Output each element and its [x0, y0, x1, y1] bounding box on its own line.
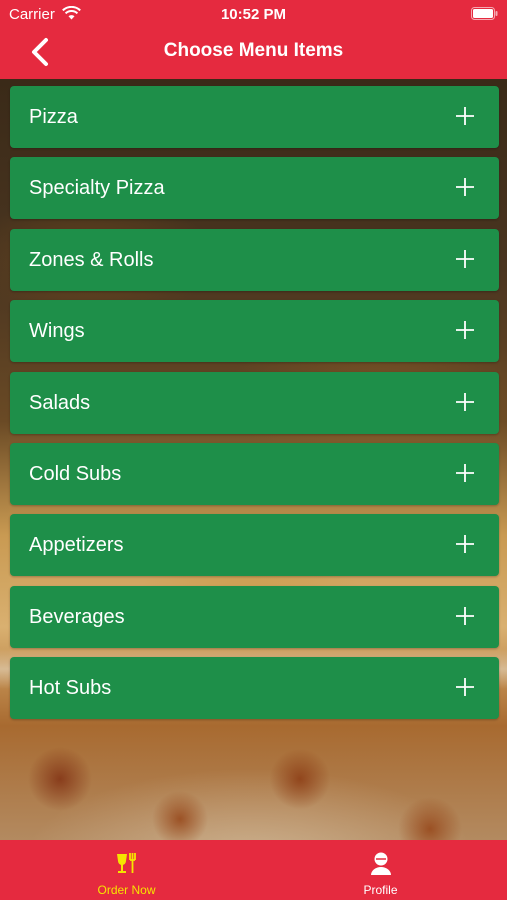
plus-icon[interactable]	[455, 534, 475, 554]
plus-icon[interactable]	[455, 106, 475, 126]
header: Carrier 10:52 PM Choose Menu Items	[0, 0, 507, 79]
menu-item-label: Salads	[29, 391, 91, 414]
page-title: Choose Menu Items	[163, 40, 344, 61]
menu-item-label: Specialty Pizza	[29, 177, 165, 200]
battery-icon	[471, 7, 498, 20]
tab-label: Order Now	[97, 883, 156, 897]
menu-item-label: Hot Subs	[29, 677, 112, 700]
menu-item-zones-rolls[interactable]: Zones & Rolls	[10, 228, 499, 291]
menu-item-hot-subs[interactable]: Hot Subs	[10, 657, 499, 720]
menu-item-beverages[interactable]: Beverages	[10, 585, 499, 648]
plus-icon[interactable]	[455, 463, 475, 483]
user-icon	[370, 852, 391, 875]
plus-icon[interactable]	[455, 249, 475, 269]
status-time: 10:52 PM	[220, 6, 287, 23]
plus-icon[interactable]	[455, 320, 475, 340]
plus-icon[interactable]	[455, 392, 475, 412]
tab-label: Profile	[363, 883, 398, 897]
menu-item-salads[interactable]: Salads	[10, 371, 499, 434]
menu-item-label: Beverages	[29, 605, 125, 628]
tab-profile[interactable]: Profile	[254, 840, 507, 900]
plus-icon[interactable]	[455, 177, 475, 197]
tab-order-now[interactable]: Order Now	[0, 840, 253, 900]
plus-icon[interactable]	[455, 606, 475, 626]
menu-item-label: Zones & Rolls	[29, 248, 154, 271]
plus-icon[interactable]	[455, 677, 475, 697]
menu-item-pizza[interactable]: Pizza	[10, 86, 499, 148]
menu-list: Pizza Specialty Pizza Zones & Rolls Wing…	[10, 86, 499, 729]
nav-bar: Choose Menu Items	[0, 28, 507, 79]
menu-item-label: Wings	[29, 320, 85, 343]
status-bar: Carrier 10:52 PM	[0, 0, 507, 28]
menu-item-wings[interactable]: Wings	[10, 300, 499, 363]
menu-item-cold-subs[interactable]: Cold Subs	[10, 442, 499, 505]
menu-item-appetizers[interactable]: Appetizers	[10, 514, 499, 577]
food-icon	[116, 853, 136, 873]
tab-bar: Order Now Profile	[0, 840, 507, 900]
menu-item-label: Pizza	[29, 106, 78, 128]
menu-item-label: Appetizers	[29, 534, 124, 557]
menu-item-label: Cold Subs	[29, 462, 122, 485]
menu-item-specialty-pizza[interactable]: Specialty Pizza	[10, 157, 499, 220]
